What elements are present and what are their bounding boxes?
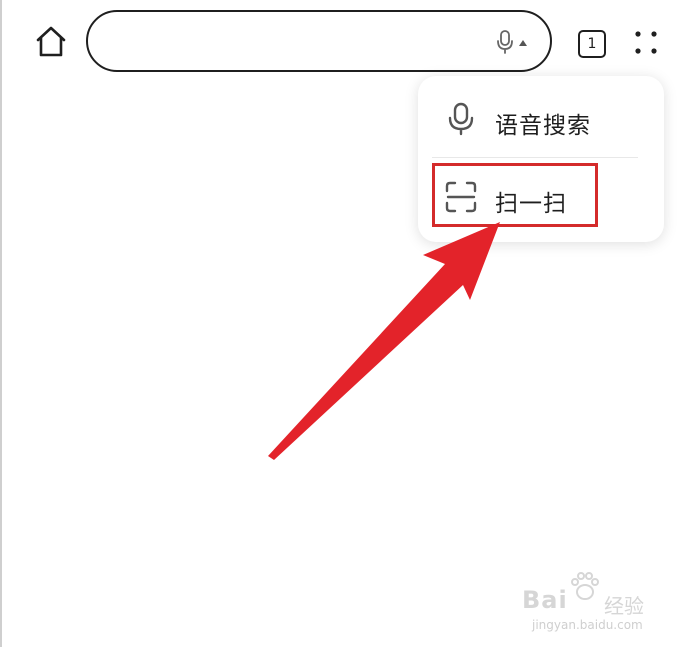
tab-count-button[interactable]: 1 [578,30,606,58]
watermark-brand: Bai [522,586,568,614]
grid-dots-icon [635,31,657,54]
tab-count: 1 [587,36,597,52]
home-icon [36,26,66,57]
page-left-border [0,0,2,647]
voice-dropdown-button[interactable] [496,30,534,54]
search-input[interactable] [110,24,494,62]
popup-item-label: 语音搜索 [495,113,591,139]
address-search-bar[interactable] [86,10,552,72]
microphone-icon [448,102,474,136]
popup-item-voice-search[interactable]: 语音搜索 [418,84,664,156]
popup-divider [432,157,638,158]
caret-up-icon [519,40,527,46]
more-menu-button[interactable] [630,28,662,58]
baidu-jingyan-watermark: Bai 经验 jingyan.baidu.com [522,572,662,638]
browser-toolbar: 1 [0,0,684,84]
watermark-url: jingyan.baidu.com [532,618,643,632]
home-button[interactable] [34,24,68,60]
annotation-highlight-box [432,163,598,227]
microphone-icon [497,30,513,54]
paw-logo-icon [571,572,599,600]
watermark-brand-suffix: 经验 [604,594,644,618]
